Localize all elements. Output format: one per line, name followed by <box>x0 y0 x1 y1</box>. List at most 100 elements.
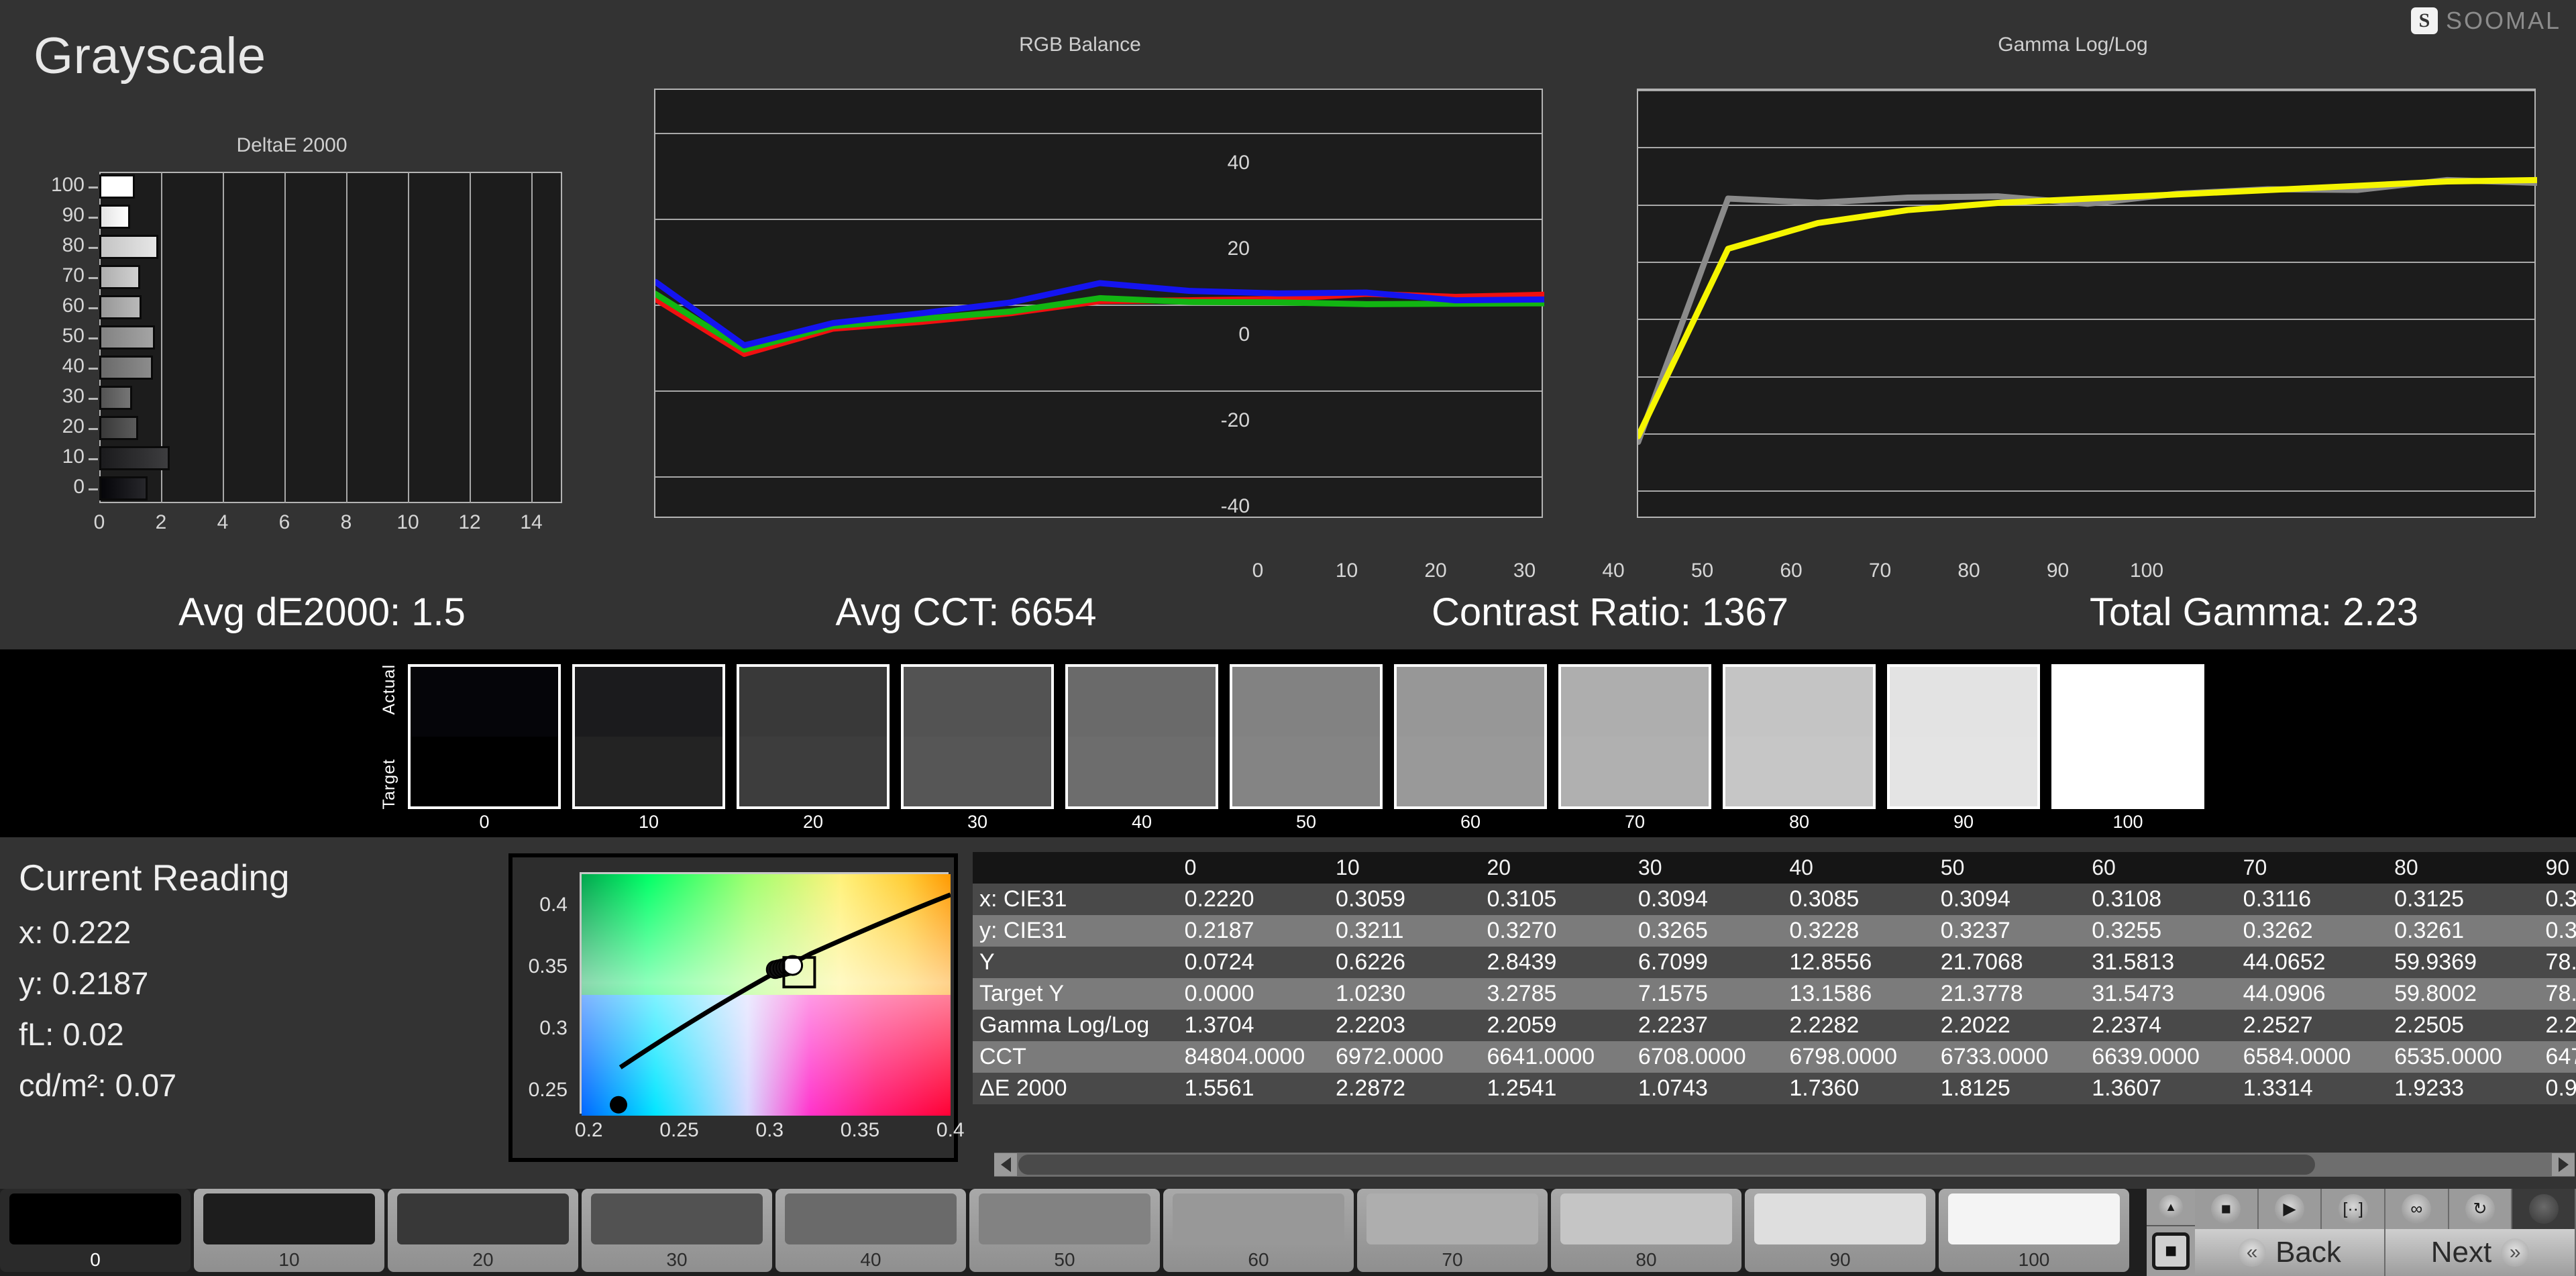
tab-swatch <box>979 1193 1150 1244</box>
deltae-gridline <box>531 172 533 503</box>
level-tab[interactable]: 20 <box>388 1189 578 1272</box>
scroll-left-arrow-icon[interactable] <box>994 1153 1017 1176</box>
patch-actual-half <box>1068 667 1216 737</box>
patch-cell: 60 <box>1394 664 1547 832</box>
patch-box <box>408 664 561 809</box>
deltae-bar <box>99 385 133 410</box>
table-row: ΔE 2000 1.5561 2.2872 1.2541 1.0743 1.7360 1.8… <box>973 1073 2576 1104</box>
table-row-label: y: CIE31 <box>973 915 1178 947</box>
summary-metrics-row: Avg dE2000: 1.5 Avg CCT: 6654 Contrast Rat… <box>0 578 2576 645</box>
table-cell: 13.1586 <box>1782 978 1934 1010</box>
table-cell: 6733.0000 <box>1933 1041 2086 1073</box>
level-tab[interactable]: 80 <box>1551 1189 1741 1272</box>
level-tab[interactable]: 50 <box>969 1189 1160 1272</box>
patch-cell: 10 <box>572 664 725 832</box>
back-label: Back <box>2275 1236 2341 1269</box>
table-cell: 0.3270 <box>1480 915 1631 947</box>
level-tab[interactable]: 0 <box>0 1189 191 1272</box>
table-cell: 0.3237 <box>1933 915 2086 947</box>
table-cell: 0.3265 <box>1631 915 1783 947</box>
deltae-y-tick <box>89 488 98 490</box>
back-button[interactable]: « Back <box>2195 1229 2385 1276</box>
table-row: y: CIE31 0.2187 0.3211 0.3270 0.3265 0.3228 0.… <box>973 915 2576 947</box>
deltae-y-tick-label: 70 <box>62 264 85 287</box>
table-body: x: CIE31 0.2220 0.3059 0.3105 0.3094 0.3085 0.… <box>973 884 2576 1104</box>
tab-level-label: 30 <box>666 1249 688 1270</box>
patch-actual-half <box>1725 667 1873 737</box>
table-cell: 6972.0000 <box>1329 1041 1481 1073</box>
patch-actual-half <box>1232 667 1380 737</box>
tab-level-label: 90 <box>1829 1249 1851 1270</box>
deltae-gridline <box>346 172 347 503</box>
current-reading-panel: Current Reading x: 0.222 y: 0.2187 fL: 0.0… <box>19 856 508 1118</box>
table-cell: 84804.0000 <box>1177 1041 1330 1073</box>
table-column-header: 10 <box>1329 852 1481 884</box>
level-tab[interactable]: 40 <box>775 1189 966 1272</box>
tab-level-label: 10 <box>278 1249 300 1270</box>
patch-target-half <box>904 737 1051 806</box>
tab-swatch <box>1366 1193 1538 1244</box>
page-title: Grayscale <box>34 28 266 85</box>
patch-actual-half <box>1397 667 1544 737</box>
table-cell: 0.0724 <box>1177 947 1330 978</box>
level-tab[interactable]: 100 <box>1939 1189 2129 1272</box>
scroll-right-arrow-icon[interactable] <box>2552 1153 2575 1176</box>
deltae-y-tick <box>89 217 98 219</box>
table-cell: 78.3663 <box>2538 978 2576 1010</box>
table-cell: 7.1575 <box>1631 978 1783 1010</box>
patch-target-half <box>1232 737 1380 806</box>
deltae-y-tick-label: 0 <box>73 475 85 498</box>
table-cell: 6535.0000 <box>2387 1041 2539 1073</box>
next-button[interactable]: Next » <box>2385 1229 2576 1276</box>
back-chevron-icon: « <box>2238 1238 2267 1267</box>
level-tab[interactable]: 90 <box>1745 1189 1935 1272</box>
deltae-bar <box>99 295 142 320</box>
toolbar-refresh-icon-button[interactable]: ↻ <box>2449 1189 2513 1229</box>
table-cell: 0.3085 <box>1782 884 1934 915</box>
table-cell: 12.8556 <box>1782 947 1934 978</box>
chart-y-tick-label: 0 <box>1238 323 1250 345</box>
table-row: CCT 84804.0000 6972.0000 6641.0000 6708.0000… <box>973 1041 2576 1073</box>
deltae-gridline <box>408 172 409 503</box>
charts-section: Grayscale S SOOMAL DeltaE 2000 0 10 20 30 40… <box>0 0 2576 649</box>
patch-cell: 20 <box>737 664 890 832</box>
toolbar-nav-row: « Back Next » <box>2195 1229 2576 1276</box>
scrollbar-thumb[interactable] <box>1018 1155 2315 1175</box>
table-horizontal-scrollbar[interactable] <box>994 1153 2575 1177</box>
level-tab[interactable]: 10 <box>194 1189 384 1272</box>
patch-actual-half <box>2054 667 2202 737</box>
level-tab[interactable]: 30 <box>582 1189 772 1272</box>
deltae-bar <box>99 445 170 470</box>
toolbar-continuous-icon-button[interactable]: ∞ <box>2385 1189 2449 1229</box>
toolbar-measure-icon-button[interactable]: [··] <box>2322 1189 2386 1229</box>
toolbar-play-icon-button[interactable]: ▶ <box>2258 1189 2322 1229</box>
next-chevron-icon: » <box>2501 1238 2530 1267</box>
table-column-header: 70 <box>2236 852 2388 884</box>
patch-level-label: 10 <box>638 812 659 832</box>
table-cell: 2.8439 <box>1480 947 1631 978</box>
deltae-bar <box>99 355 153 380</box>
cie-y-tick-label: 0.35 <box>528 955 568 977</box>
stop-large-button[interactable]: ■ <box>2147 1226 2195 1276</box>
deltae-bar <box>99 205 130 229</box>
patch-axis-label: Actual <box>380 664 398 715</box>
toolbar-stop-icon-button[interactable]: ■ <box>2195 1189 2259 1229</box>
table-column-header: 20 <box>1480 852 1631 884</box>
toolbar-right-group: ■ ▶ [··] ∞ ↻ « Back Next » <box>2195 1189 2576 1276</box>
patch-box <box>737 664 890 809</box>
toolbar-blank-icon-button[interactable] <box>2512 1189 2576 1229</box>
patch-actual-half <box>1890 667 2037 737</box>
current-reading-row: y: 0.2187 <box>19 965 149 1001</box>
patch-axis-labels: Actual Target <box>380 664 402 809</box>
expand-up-button[interactable]: ▲ <box>2147 1189 2195 1226</box>
level-tab[interactable]: 70 <box>1357 1189 1548 1272</box>
level-tab[interactable]: 60 <box>1163 1189 1354 1272</box>
table-cell: 31.5473 <box>2085 978 2237 1010</box>
tab-swatch <box>1754 1193 1926 1244</box>
patch-level-label: 70 <box>1624 812 1646 832</box>
deltae-y-tick <box>89 307 98 310</box>
patch-target-half <box>1397 737 1544 806</box>
playback-toolbar[interactable]: ▲ ■ ■ ▶ [··] ∞ ↻ « Back Next » <box>2147 1189 2576 1276</box>
deltae-y-tick-label: 20 <box>62 415 85 437</box>
table-row-label: Y <box>973 947 1178 978</box>
